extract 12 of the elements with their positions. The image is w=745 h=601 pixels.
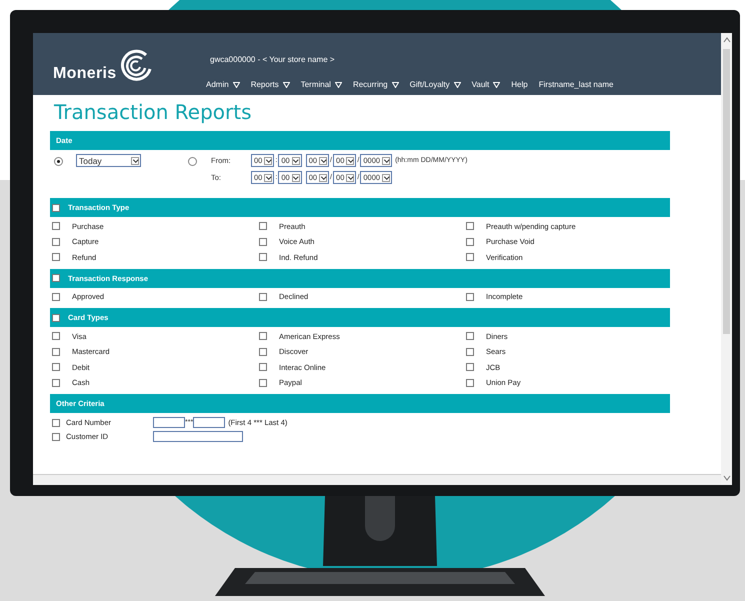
nav-menu-item[interactable]: Gift/Loyalty <box>410 80 461 89</box>
nav-menu-item[interactable]: Help <box>511 80 528 89</box>
nav-menu-item[interactable]: Vault <box>472 80 500 89</box>
nav-menu-item[interactable]: Admin <box>206 80 240 89</box>
page-title: Transaction Reports <box>54 100 252 124</box>
nav-menu-item[interactable]: Reports <box>250 80 290 89</box>
nav-menu-item[interactable]: Recurring <box>352 80 399 89</box>
nav-menu-item[interactable]: Firstname_last name <box>538 80 614 89</box>
period-select[interactable]: Today <box>76 154 141 167</box>
store-name: gwca000000 - < Your store name > <box>210 55 336 64</box>
nav-menu-item[interactable]: Terminal <box>300 80 342 89</box>
logo-text: Moneris <box>53 65 116 83</box>
